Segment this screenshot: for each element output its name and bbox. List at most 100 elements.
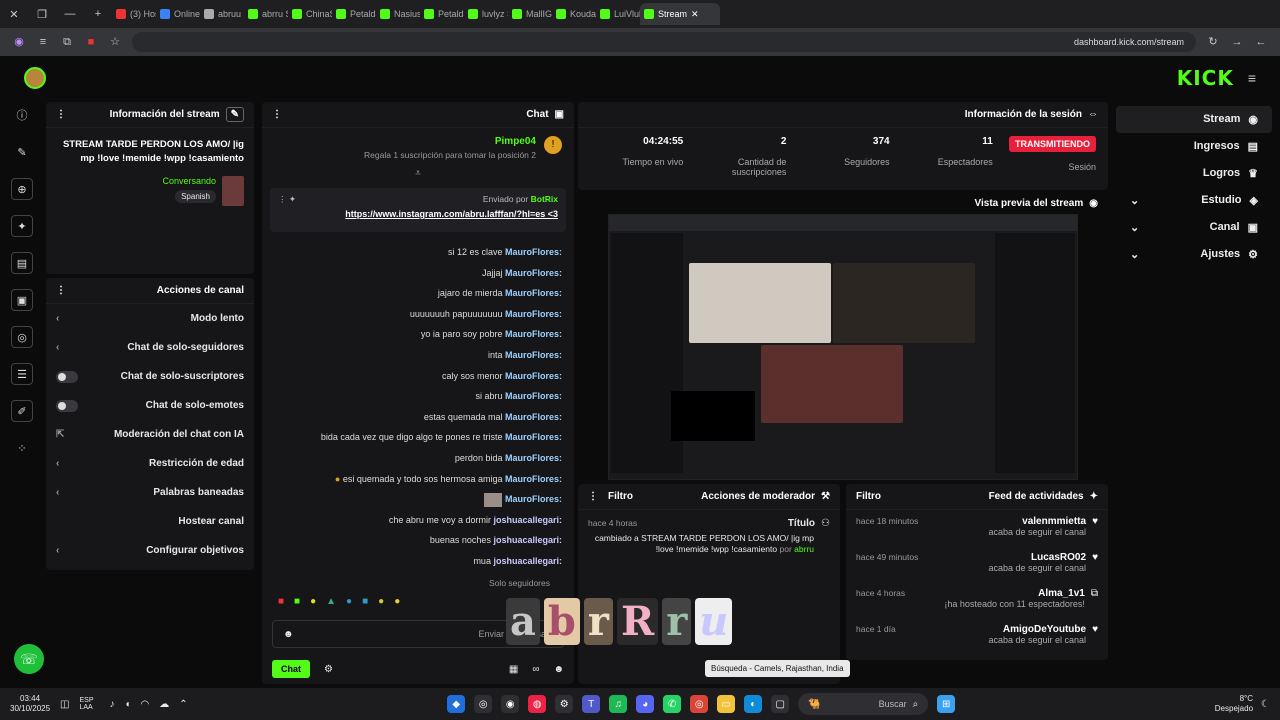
- more-options-icon[interactable]: ⋮: [56, 109, 66, 120]
- reload-icon[interactable]: ↻: [1206, 35, 1220, 49]
- floating-support-button[interactable]: ☏: [14, 644, 44, 674]
- emote-icon[interactable]: ●: [378, 596, 384, 610]
- emote-icon[interactable]: ■: [362, 596, 368, 610]
- emote-icon[interactable]: ●: [310, 596, 316, 610]
- emote-icon[interactable]: ▲: [326, 596, 336, 610]
- more-options-icon[interactable]: ⋮: [588, 491, 598, 502]
- shield-icon[interactable]: ■: [84, 35, 98, 49]
- app-icon[interactable]: ◉: [12, 35, 26, 49]
- cloud-icon[interactable]: ☁: [159, 699, 169, 710]
- browser-tab[interactable]: MallIGC: [508, 3, 552, 25]
- emote-icon[interactable]: ●: [346, 596, 352, 610]
- eye-icon[interactable]: ◉: [1089, 198, 1098, 209]
- browser-tab[interactable]: (3) Hos: [112, 3, 156, 25]
- server-icon[interactable]: ☰: [11, 363, 33, 385]
- minimize-window-icon[interactable]: —: [56, 8, 84, 20]
- chat-icon[interactable]: ▣: [11, 289, 33, 311]
- subscribers-only-toggle[interactable]: [56, 370, 78, 383]
- action-age-restriction[interactable]: ‹ Restricción de edad: [46, 449, 254, 478]
- edge-icon[interactable]: ◐: [744, 695, 763, 713]
- emote-icon[interactable]: ■: [294, 596, 300, 610]
- more-options-icon[interactable]: ⋮: [56, 285, 66, 296]
- emoji-picker-icon[interactable]: ☻: [283, 629, 294, 640]
- action-slow-mode[interactable]: ‹ Modo lento: [46, 304, 254, 333]
- filter-button[interactable]: Filtro: [856, 491, 881, 502]
- settings-icon[interactable]: ⚙: [324, 664, 333, 675]
- nav-settings[interactable]: ⌄ Ajustes ⚙: [1116, 241, 1272, 268]
- browser-tab-active[interactable]: Stream ✕: [640, 3, 720, 25]
- stream-preview[interactable]: [608, 214, 1078, 480]
- filter-button[interactable]: Filtro: [608, 491, 633, 502]
- folder-icon[interactable]: ▭: [717, 695, 736, 713]
- emote-icon[interactable]: ●: [394, 596, 400, 610]
- info-icon[interactable]: ⓘ: [11, 104, 33, 126]
- category-label[interactable]: Conversando: [162, 176, 216, 186]
- weather-moon-icon[interactable]: ☾: [1261, 699, 1270, 710]
- chevron-up-icon[interactable]: ⌃: [179, 699, 187, 710]
- forward-icon[interactable]: →: [1230, 35, 1244, 49]
- browser-tab[interactable]: Kouda35: [552, 3, 596, 25]
- nav-channel[interactable]: ⌄ Canal ▣: [1116, 214, 1272, 241]
- target-icon[interactable]: ⊕: [11, 178, 33, 200]
- discord-icon[interactable]: ◕: [636, 695, 655, 713]
- browser-tab[interactable]: Nasius S: [376, 3, 420, 25]
- edit-icon[interactable]: ✎: [225, 107, 244, 122]
- chrome-icon[interactable]: ◎: [690, 695, 709, 713]
- lang-indicator[interactable]: ESP LAA: [80, 697, 100, 711]
- menu-icon[interactable]: ≡: [1248, 70, 1256, 86]
- apps-icon[interactable]: ⁘: [11, 437, 33, 459]
- store-icon[interactable]: ▦: [509, 664, 518, 675]
- action-emotes-only[interactable]: Chat de solo-emotes: [46, 391, 254, 420]
- close-tab-icon[interactable]: ✕: [691, 9, 699, 20]
- edit-icon[interactable]: ✎: [11, 141, 33, 163]
- taskbar-search[interactable]: 🐫 Buscar ⌕: [798, 693, 929, 715]
- broadcast-icon[interactable]: ◎: [11, 326, 33, 348]
- app-icon[interactable]: ◎: [474, 695, 493, 713]
- screenshot-icon[interactable]: ⧉: [60, 35, 74, 49]
- action-configure-goals[interactable]: ‹ Configurar objetivos: [46, 536, 254, 565]
- browser-tab[interactable]: abrru Str: [244, 3, 288, 25]
- action-host-channel[interactable]: Hostear canal: [46, 507, 254, 536]
- user-avatar[interactable]: [24, 67, 46, 89]
- emote-menu-icon[interactable]: ☻: [553, 664, 564, 675]
- browser-tab[interactable]: LuiVluk S: [596, 3, 640, 25]
- new-tab-icon[interactable]: +: [84, 8, 112, 20]
- task-view-icon[interactable]: ▢: [771, 695, 790, 713]
- microphone-icon[interactable]: ♪: [110, 699, 115, 710]
- browser-tab[interactable]: abruu (o: [200, 3, 244, 25]
- browser-tab[interactable]: Online-F: [156, 3, 200, 25]
- app-icon[interactable]: ◍: [528, 695, 547, 713]
- nav-income[interactable]: Ingresos ▤: [1116, 133, 1272, 160]
- collapse-icon[interactable]: ⩡: [262, 168, 574, 182]
- notification-icon[interactable]: ◫: [60, 699, 69, 710]
- volume-icon[interactable]: ◖: [125, 699, 131, 710]
- action-subscribers-only[interactable]: Chat de solo-suscriptores: [46, 362, 254, 391]
- action-ai-moderation[interactable]: ⇱ Moderación del chat con IA: [46, 420, 254, 449]
- browser-tab[interactable]: luvlyz St: [464, 3, 508, 25]
- more-options-icon[interactable]: ⋮: [272, 109, 282, 120]
- browser-tab[interactable]: Petalda S: [332, 3, 376, 25]
- nav-achievements[interactable]: Logros ♛: [1116, 160, 1272, 187]
- pinned-link[interactable]: https://www.instagram.com/abru.lafffan/?…: [278, 209, 558, 219]
- network-icon[interactable]: ◠: [141, 699, 150, 710]
- security-app-icon[interactable]: ◆: [447, 695, 466, 713]
- action-banned-words[interactable]: ‹ Palabras baneadas: [46, 478, 254, 507]
- close-window-icon[interactable]: ✕: [0, 8, 28, 21]
- obs-icon[interactable]: ◉: [501, 695, 520, 713]
- send-chat-button[interactable]: Chat: [272, 660, 310, 678]
- browser-tab[interactable]: Petalda S: [420, 3, 464, 25]
- wrench-icon[interactable]: ✐: [11, 400, 33, 422]
- pin-icon[interactable]: ✦: [11, 215, 33, 237]
- teams-icon[interactable]: T: [582, 695, 601, 713]
- url-field[interactable]: dashboard.kick.com/stream: [132, 32, 1196, 52]
- whatsapp-icon[interactable]: ✆: [663, 695, 682, 713]
- bookmark-star-icon[interactable]: ☆: [108, 35, 122, 49]
- browser-tab[interactable]: ChinaS9: [288, 3, 332, 25]
- kick-logo[interactable]: KICK: [1177, 66, 1234, 90]
- expand-icon[interactable]: ⇔: [1088, 109, 1098, 120]
- steam-icon[interactable]: ⚙: [555, 695, 574, 713]
- menu-icon[interactable]: ≡: [36, 35, 50, 49]
- nav-studio[interactable]: ⌄ Estudio ◈: [1116, 187, 1272, 214]
- emotes-only-toggle[interactable]: [56, 399, 78, 412]
- restore-window-icon[interactable]: ❐: [28, 8, 56, 21]
